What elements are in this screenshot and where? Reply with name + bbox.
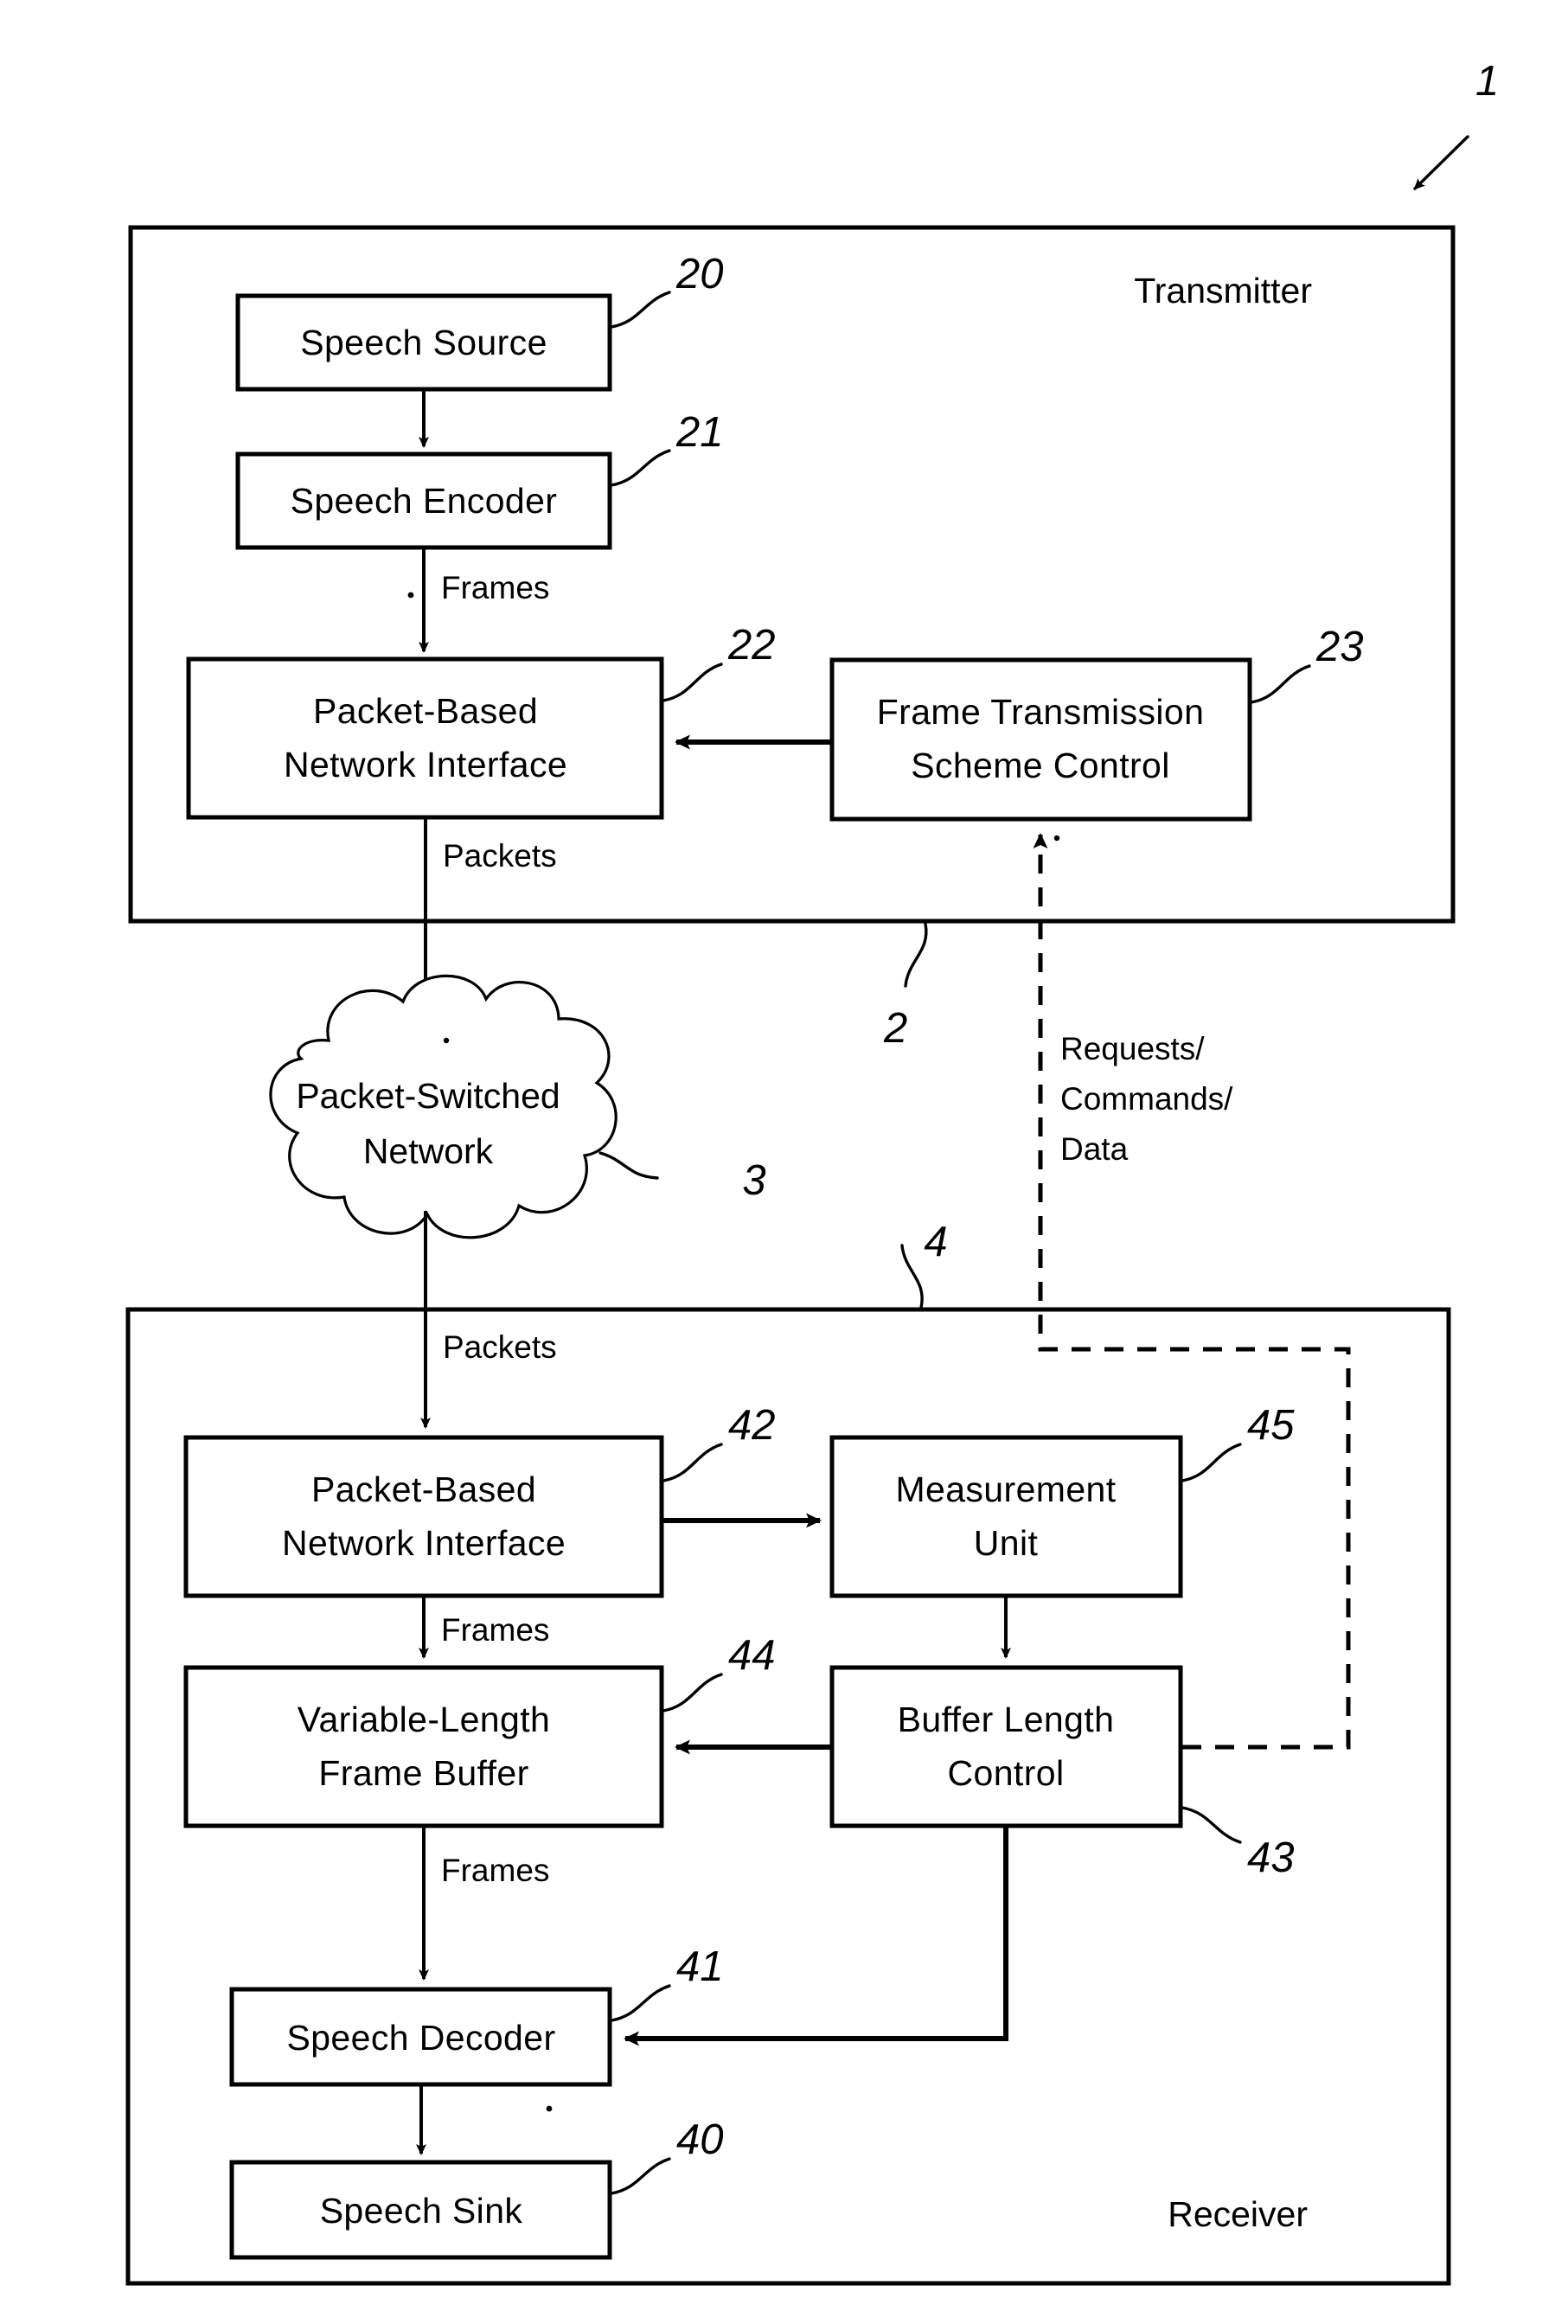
block-pbni-rx-label-line1: Packet-Based: [311, 1469, 536, 1509]
ref-number-40: 40: [676, 2116, 724, 2163]
block-variable-length-frame-buffer: Variable-Length Frame Buffer 44: [183, 1632, 776, 1828]
block-speech-decoder-label: Speech Decoder: [286, 2018, 555, 2058]
ref-number-2: 2: [883, 1005, 907, 1052]
feedback-dashed-path: Requests/ Commands/ Data: [1033, 833, 1351, 1750]
block-pbni-tx-label-line1: Packet-Based: [313, 691, 538, 731]
ref-number-23: 23: [1315, 624, 1364, 670]
edge-label-packets-tx: Packets: [443, 838, 557, 874]
ink-speck: [1053, 835, 1060, 842]
block-blc-label-line2: Control: [948, 1753, 1065, 1793]
edge-label-frames-tx: Frames: [441, 570, 549, 605]
ref-number-42: 42: [728, 1402, 776, 1449]
receiver-section-label: Receiver: [1168, 2194, 1308, 2234]
cloud-label-line1: Packet-Switched: [296, 1076, 560, 1116]
packet-switched-network-cloud: Packet-Switched Network 3: [269, 974, 766, 1239]
block-speech-source-label: Speech Source: [300, 323, 547, 362]
cloud-label-line2: Network: [363, 1131, 494, 1171]
block-measurement-unit: Measurement Unit 45: [829, 1402, 1295, 1598]
ref-number-45: 45: [1247, 1402, 1295, 1449]
block-blc-label-line1: Buffer Length: [898, 1700, 1115, 1739]
block-ftsc-label-line2: Scheme Control: [911, 746, 1170, 785]
block-packet-based-network-interface-tx: Packet-Based Network Interface 22: [186, 622, 776, 820]
ink-speck: [407, 592, 414, 599]
block-ftsc-label-line1: Frame Transmission: [877, 692, 1205, 732]
block-speech-encoder: Speech Encoder 21: [235, 409, 724, 550]
ink-speck: [443, 1037, 450, 1044]
overall-system-reference: 1: [1413, 58, 1499, 190]
feedback-label-line2: Commands/: [1060, 1081, 1233, 1117]
ref-number-22: 22: [727, 622, 776, 669]
edge-label-frames-rx1: Frames: [441, 1612, 549, 1648]
block-vlfb-label-line1: Variable-Length: [298, 1700, 550, 1739]
block-speech-source: Speech Source 20: [235, 251, 724, 392]
block-measurement-unit-label-line2: Unit: [974, 1523, 1039, 1563]
edge-label-frames-rx2: Frames: [441, 1853, 549, 1888]
feedback-label-line1: Requests/: [1060, 1031, 1205, 1066]
block-speech-sink: Speech Sink 40: [229, 2116, 724, 2260]
ref-number-4: 4: [924, 1219, 947, 1265]
block-frame-transmission-scheme-control: Frame Transmission Scheme Control 23: [829, 624, 1364, 822]
ref-number-21: 21: [675, 409, 724, 456]
block-speech-decoder: Speech Decoder 41: [229, 1943, 724, 2087]
feedback-label-line3: Data: [1060, 1131, 1129, 1167]
ref-number-41: 41: [676, 1943, 724, 1990]
ref-number-3: 3: [742, 1157, 765, 1204]
block-pbni-tx-label-line2: Network Interface: [284, 745, 567, 784]
block-speech-sink-label: Speech Sink: [320, 2191, 523, 2231]
ref-number-43: 43: [1247, 1834, 1295, 1881]
block-speech-encoder-label: Speech Encoder: [291, 481, 558, 521]
transmitter-section-label: Transmitter: [1134, 271, 1312, 311]
block-buffer-length-control: Buffer Length Control 43: [829, 1665, 1295, 1881]
block-measurement-unit-label-line1: Measurement: [895, 1469, 1116, 1509]
block-vlfb-label-line2: Frame Buffer: [318, 1753, 528, 1793]
block-pbni-rx-label-line2: Network Interface: [282, 1523, 566, 1563]
ref-number-20: 20: [675, 251, 724, 298]
patent-figure: 1 Transmitter 2 Speech Source 20 Speech …: [0, 0, 1568, 2324]
block-packet-based-network-interface-rx: Packet-Based Network Interface 42: [183, 1402, 776, 1598]
ref-number-44: 44: [728, 1632, 776, 1679]
edge-label-packets-rx: Packets: [443, 1329, 557, 1365]
ink-speck: [546, 2105, 553, 2112]
ref-number-1: 1: [1475, 58, 1499, 105]
edge-blc-to-decoder: [624, 1828, 1008, 2046]
block-diagram-canvas: 1 Transmitter 2 Speech Source 20 Speech …: [125, 58, 1499, 2286]
